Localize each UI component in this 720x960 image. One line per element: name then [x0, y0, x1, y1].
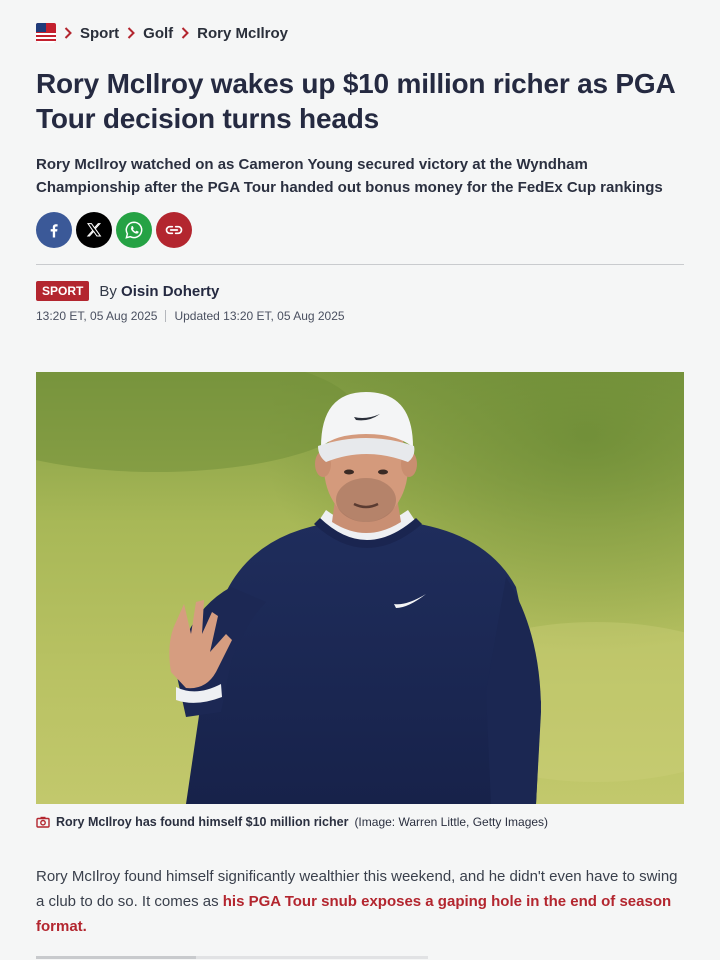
share-whatsapp-button[interactable]	[116, 212, 152, 248]
site-logo-icon[interactable]	[36, 23, 56, 43]
breadcrumb: Sport Golf Rory McIlroy	[36, 22, 288, 44]
image-caption: Rory McIlroy has found himself $10 milli…	[36, 815, 548, 829]
caption-text: Rory McIlroy has found himself $10 milli…	[56, 815, 349, 829]
share-facebook-button[interactable]	[36, 212, 72, 248]
share-bar	[36, 212, 192, 248]
published-date: 13:20 ET, 05 Aug 2025	[36, 309, 158, 323]
by-prefix: By	[99, 282, 117, 300]
article-headline: Rory McIlroy wakes up $10 million richer…	[36, 68, 675, 134]
x-icon	[86, 223, 102, 237]
camera-icon	[36, 816, 50, 828]
date-separator	[165, 310, 167, 322]
chevron-right-icon	[127, 27, 136, 39]
updated-date: Updated 13:20 ET, 05 Aug 2025	[174, 309, 345, 323]
author-name[interactable]: Oisin Doherty	[121, 283, 219, 300]
byline: SPORT By Oisin Doherty	[36, 281, 219, 301]
byline-text: By Oisin Doherty	[99, 283, 219, 300]
copy-link-button[interactable]	[156, 212, 192, 248]
section-tag[interactable]: SPORT	[36, 281, 90, 301]
content-separator	[36, 956, 428, 959]
breadcrumb-golf[interactable]: Golf	[143, 25, 173, 42]
article-dates: 13:20 ET, 05 Aug 2025 Updated 13:20 ET, …	[36, 309, 345, 323]
article-standfirst: Rory McIlroy watched on as Cameron Young…	[36, 156, 663, 196]
hero-image[interactable]	[36, 372, 684, 804]
divider	[36, 264, 684, 265]
link-icon	[165, 225, 183, 235]
article-paragraph: Rory McIlroy found himself significantly…	[36, 864, 684, 939]
breadcrumb-sport[interactable]: Sport	[80, 25, 119, 42]
whatsapp-icon	[125, 221, 143, 239]
share-x-button[interactable]	[76, 212, 112, 248]
image-credit: (Image: Warren Little, Getty Images)	[354, 815, 549, 829]
breadcrumb-rory-mcilroy[interactable]: Rory McIlroy	[197, 25, 288, 42]
chevron-right-icon	[64, 27, 72, 39]
facebook-icon	[50, 224, 58, 238]
chevron-right-icon	[181, 27, 190, 39]
